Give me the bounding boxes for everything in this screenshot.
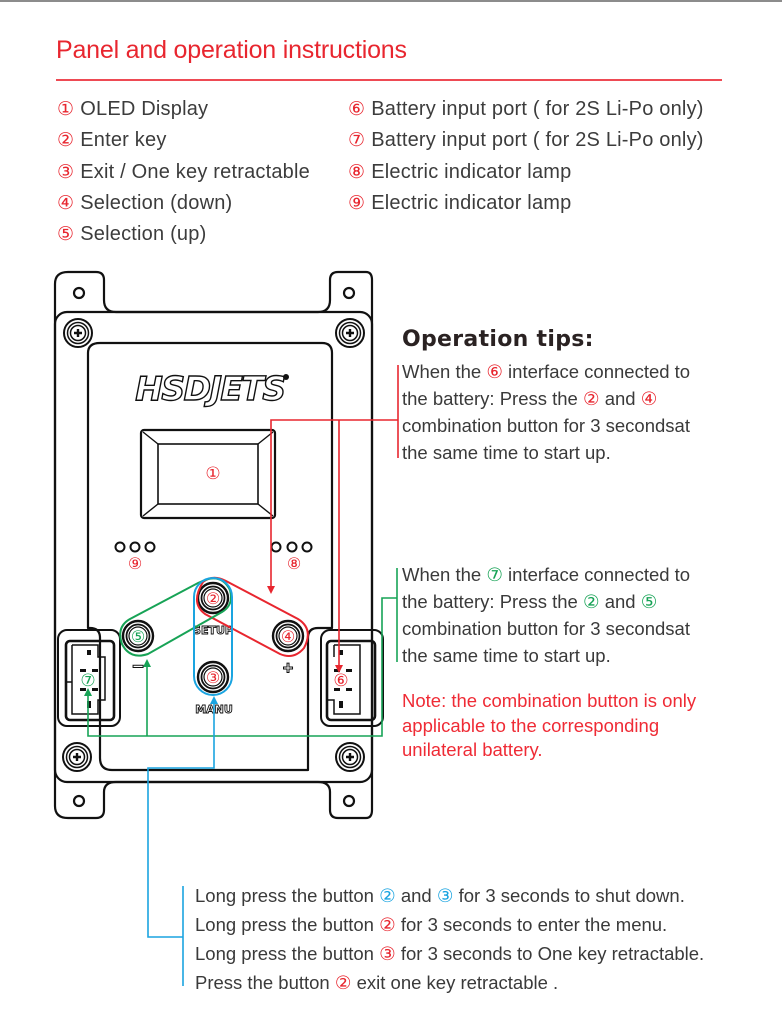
lamps-left-marker: ⑨ bbox=[128, 556, 142, 573]
screw-icon bbox=[63, 318, 93, 348]
instruction-line: Long press the button ③ for 3 seconds to… bbox=[195, 943, 705, 964]
mount-hole bbox=[342, 286, 356, 300]
plus-label: + bbox=[283, 658, 294, 678]
controller-diagram: HSDJETS ① ⑨ ⑧ ⑦ ⑥ ② ③ ⑤ ④ SETUP MANU − + bbox=[53, 270, 399, 986]
tip-seven: When the ⑦ interface connected to the ba… bbox=[402, 561, 690, 669]
tip-line: the same time to start up. bbox=[402, 645, 611, 666]
ref-number: ⑤ bbox=[640, 591, 658, 612]
tip-line: the same time to start up. bbox=[402, 442, 611, 463]
brand-dot bbox=[283, 374, 289, 380]
instruction-line: Press the button ② exit one key retracta… bbox=[195, 972, 559, 993]
ref-number: ⑦ bbox=[486, 564, 503, 585]
instruction-line: Long press the button ② for 3 seconds to… bbox=[195, 914, 668, 935]
minus-label: − bbox=[132, 656, 144, 678]
mount-hole bbox=[72, 794, 86, 808]
ref-number: ② bbox=[334, 972, 352, 993]
screw-icon bbox=[335, 742, 365, 772]
tip-line: the battery: Press the ② and ④ bbox=[402, 388, 658, 409]
lamps-right-marker: ⑧ bbox=[287, 556, 301, 573]
screw-icon bbox=[62, 742, 92, 772]
ref-number: ④ bbox=[640, 388, 658, 409]
tips-title: Operation tips: bbox=[402, 327, 594, 352]
mount-hole bbox=[342, 794, 356, 808]
note: Note: the combination button is only app… bbox=[402, 689, 696, 763]
note-line: Note: the combination button is only bbox=[402, 690, 697, 711]
screw-icon bbox=[335, 318, 365, 348]
lamps-left bbox=[114, 541, 156, 553]
tip-line: the battery: Press the ② and ⑤ bbox=[402, 591, 658, 612]
tip-six: When the ⑥ interface connected to the ba… bbox=[402, 358, 690, 466]
button-exit-marker: ③ bbox=[206, 670, 220, 687]
ref-number: ② bbox=[582, 591, 600, 612]
button-up-marker: ⑤ bbox=[131, 629, 145, 646]
ref-number: ③ bbox=[436, 885, 454, 906]
port-right-marker: ⑥ bbox=[333, 671, 348, 690]
note-line: applicable to the corresponding bbox=[402, 714, 660, 736]
button-enter-marker: ② bbox=[206, 591, 220, 608]
ref-number: ② bbox=[582, 388, 600, 409]
mount-hole bbox=[72, 286, 86, 300]
button-down-marker: ④ bbox=[281, 629, 295, 646]
arrow-icon bbox=[267, 586, 275, 594]
ref-number: ② bbox=[379, 914, 396, 935]
tip-line: When the ⑦ interface connected to bbox=[402, 564, 691, 585]
port-left-marker: ⑦ bbox=[80, 671, 95, 690]
green-leader-lines bbox=[87, 568, 398, 737]
bottom-instructions: Long press the button ② and ③ for 3 seco… bbox=[195, 881, 704, 997]
arrow-icon bbox=[210, 696, 218, 704]
arrow-icon bbox=[143, 659, 151, 667]
ref-number: ② bbox=[379, 885, 396, 906]
display-marker: ① bbox=[205, 464, 220, 483]
tip-line: When the ⑥ interface connected to bbox=[402, 361, 691, 382]
brand-logo: HSDJETS bbox=[135, 369, 284, 408]
tip-line: combination button for 3 secondsat bbox=[402, 618, 690, 639]
ref-number: ③ bbox=[379, 943, 396, 964]
lamps-right bbox=[270, 541, 313, 553]
instruction-line: Long press the button ② and ③ for 3 seco… bbox=[195, 885, 685, 906]
note-line: unilateral battery. bbox=[402, 739, 543, 760]
port-right bbox=[320, 629, 384, 727]
ref-number: ⑥ bbox=[486, 361, 503, 382]
tip-line: combination button for 3 secondsat bbox=[402, 415, 690, 436]
